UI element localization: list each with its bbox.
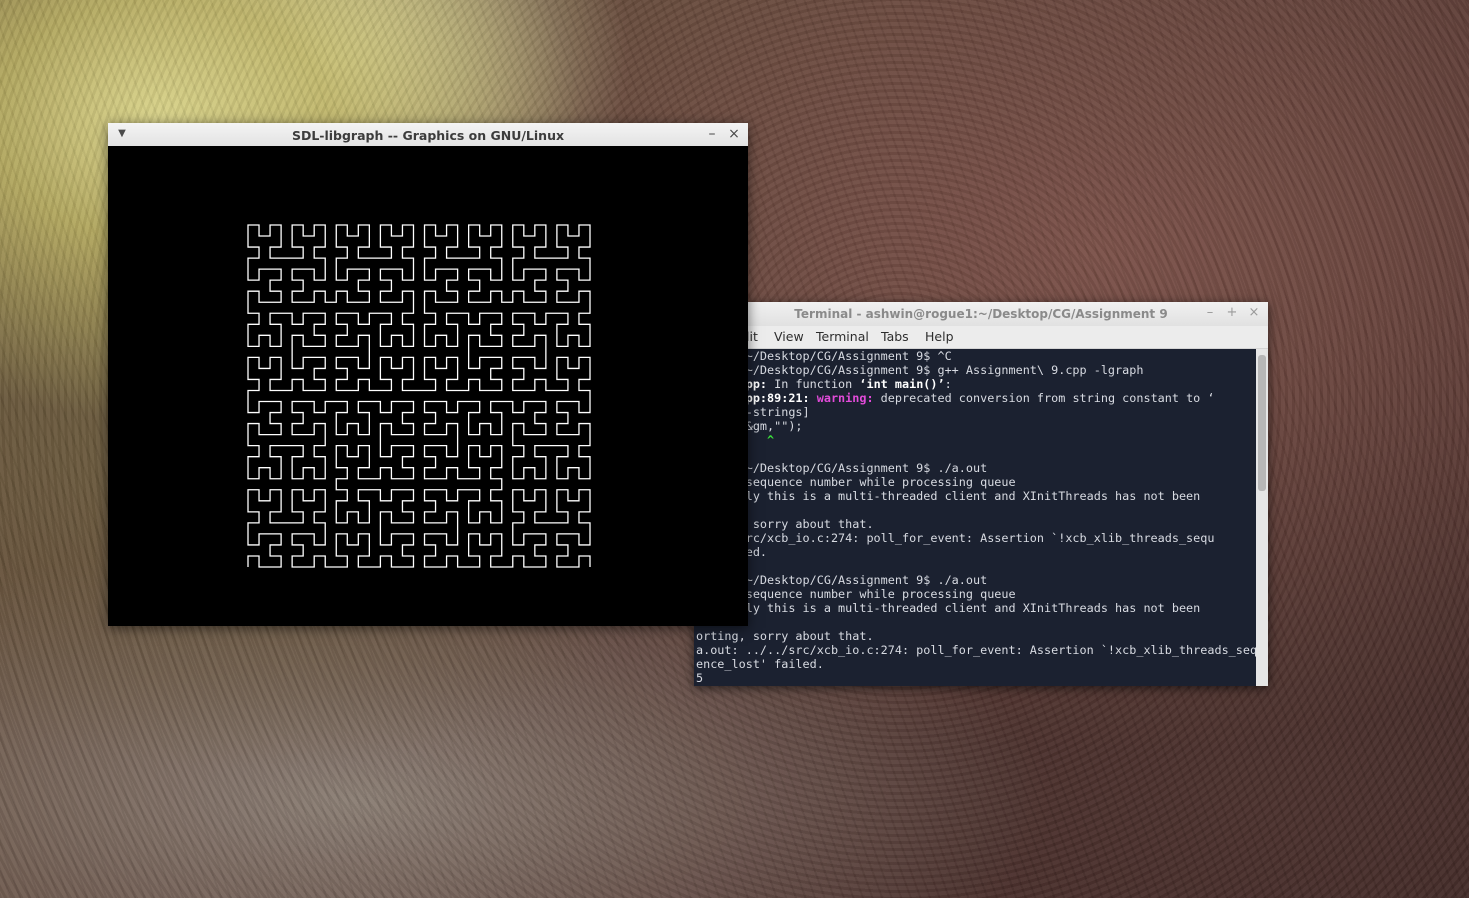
sdl-window-title: SDL-libgraph -- Graphics on GNU/Linux	[291, 128, 565, 143]
terminal-text: 5	[696, 671, 704, 685]
scrollbar-thumb[interactable]	[1258, 355, 1266, 491]
close-icon[interactable]: ×	[726, 126, 742, 142]
terminal-line: -Wwrite-strings]	[696, 405, 1254, 419]
menu-terminal[interactable]: Terminal	[816, 329, 869, 344]
close-icon[interactable]: ×	[1246, 305, 1262, 321]
terminal-line: ph(&gd,&gm,"");	[696, 419, 1254, 433]
terminal-text: orting, sorry about that.	[696, 629, 874, 643]
terminal-line: ../../src/xcb_io.c:274: poll_for_event: …	[696, 531, 1254, 545]
terminal-text: deprecated conversion from string consta…	[873, 391, 1215, 405]
graphics-canvas	[108, 146, 748, 626]
terminal-text: a.out: ../../src/xcb_io.c:274: poll_for_…	[696, 643, 1256, 657]
terminal-line: rogue1:~/Desktop/CG/Assignment 9$ ./a.ou…	[696, 461, 1254, 475]
terminal-line: orting, sorry about that.	[696, 629, 1254, 643]
menu-help[interactable]: Help	[925, 329, 954, 344]
hilbert-curve	[247, 224, 591, 568]
terminal-text: ../../src/xcb_io.c:274: poll_for_event: …	[696, 531, 1215, 545]
terminal-line: 5	[696, 671, 1254, 685]
terminal-output[interactable]: rogue1:~/Desktop/CG/Assignment 9$ ^C rogu…	[694, 349, 1256, 686]
terminal-line: orting, sorry about that.	[696, 517, 1254, 531]
terminal-line: rogue1:~/Desktop/CG/Assignment 9$ g++ As…	[696, 363, 1254, 377]
terminal-line: ent 9.cpp: In function ‘int main()’:	[696, 377, 1254, 391]
sdl-window[interactable]: ▼ SDL-libgraph -- Graphics on GNU/Linux …	[108, 123, 748, 626]
terminal-line: st likely this is a multi-threaded clien…	[696, 601, 1254, 615]
terminal-text: :	[944, 377, 952, 391]
terminal-text: ence_lost' failed.	[696, 657, 824, 671]
terminal-cursor	[696, 685, 705, 686]
terminal-text: st likely this is a multi-threaded clien…	[696, 601, 1201, 615]
terminal-prompt-line	[696, 685, 1254, 686]
terminal-line: a.out: ../../src/xcb_io.c:274: poll_for_…	[696, 643, 1256, 657]
terminal-line: nknown sequence number while processing …	[696, 475, 1254, 489]
terminal-scrollbar[interactable]	[1256, 349, 1268, 686]
terminal-line: rogue1:~/Desktop/CG/Assignment 9$ ./a.ou…	[696, 573, 1254, 587]
terminal-titlebar[interactable]: Terminal - ashwin@rogue1:~/Desktop/CG/As…	[694, 302, 1268, 327]
terminal-menubar: lit View Terminal Tabs Help	[694, 326, 1268, 349]
terminal-text: ‘int main()’	[859, 377, 945, 391]
maximize-icon[interactable]: +	[1224, 305, 1240, 321]
minimize-icon[interactable]: –	[1202, 305, 1218, 321]
terminal-line: nknown sequence number while processing …	[696, 587, 1254, 601]
terminal-line: st likely this is a multi-threaded clien…	[696, 489, 1254, 503]
menu-view[interactable]: View	[774, 329, 804, 344]
terminal-text: rogue1:~/Desktop/CG/Assignment 9$ g++ As…	[696, 363, 1144, 377]
terminal-text: In function	[767, 377, 860, 391]
terminal-line: rogue1:~/Desktop/CG/Assignment 9$ ^C	[696, 349, 1254, 363]
terminal-line: t' failed.	[696, 545, 1254, 559]
terminal-title: Terminal - ashwin@rogue1:~/Desktop/CG/As…	[794, 307, 1168, 321]
sdl-titlebar[interactable]: ▼ SDL-libgraph -- Graphics on GNU/Linux …	[108, 123, 748, 147]
terminal-window[interactable]: Terminal - ashwin@rogue1:~/Desktop/CG/As…	[694, 302, 1268, 686]
terminal-line: ent 9.cpp:89:21: warning: deprecated con…	[696, 391, 1254, 405]
minimize-icon[interactable]: –	[704, 126, 720, 142]
terminal-text: st likely this is a multi-threaded clien…	[696, 489, 1201, 503]
terminal-line: ^	[696, 433, 1254, 447]
terminal-line: ence_lost' failed.	[696, 657, 1254, 671]
terminal-text: warning:	[816, 391, 874, 405]
menu-tabs[interactable]: Tabs	[881, 329, 909, 344]
